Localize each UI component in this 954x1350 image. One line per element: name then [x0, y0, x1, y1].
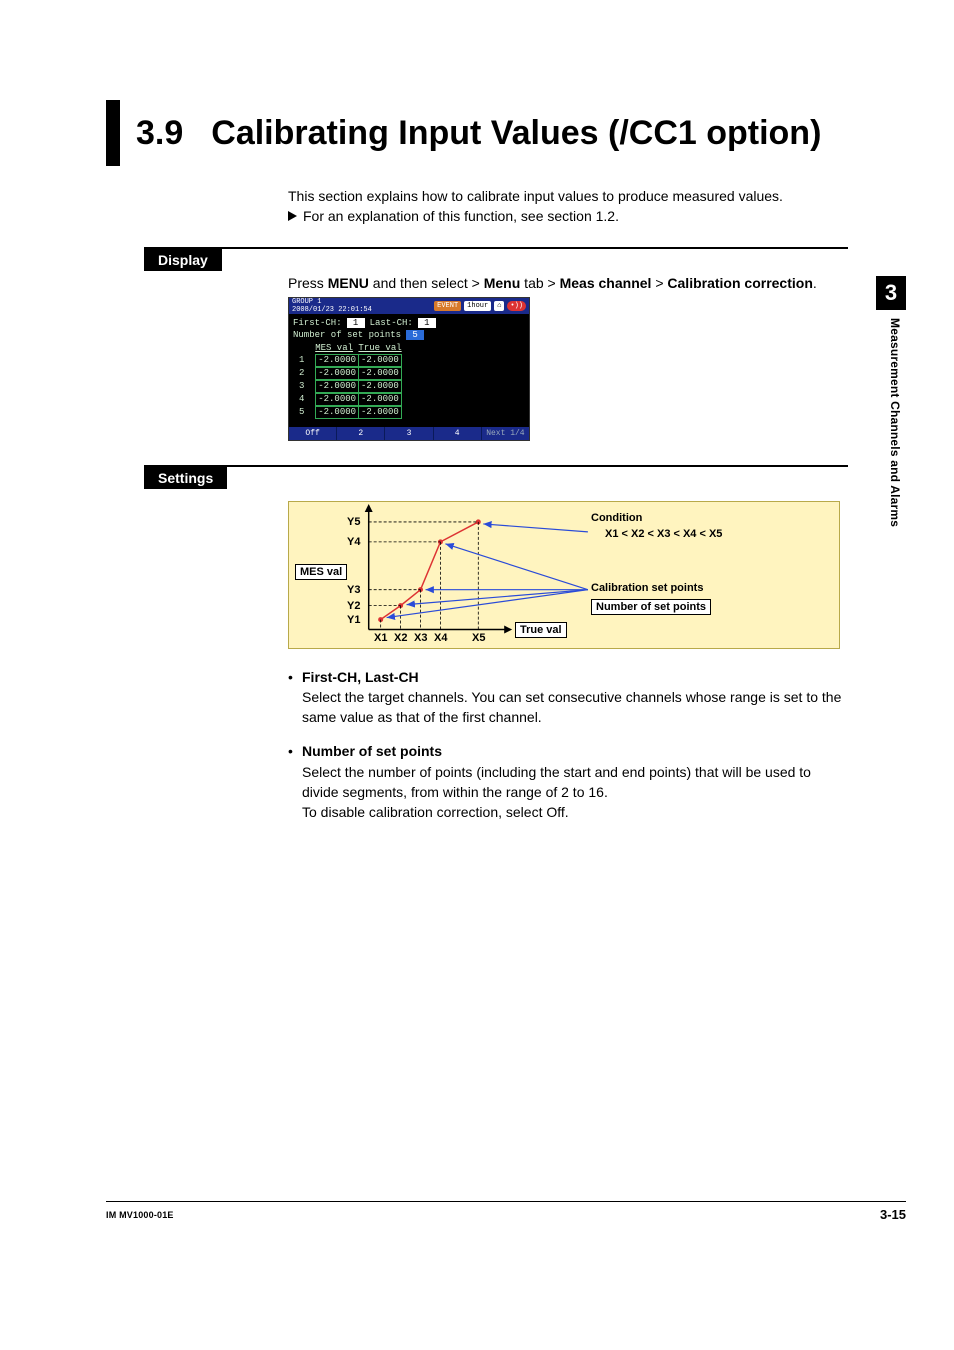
x4-label: X4 [434, 632, 447, 644]
heading-bar [106, 100, 120, 166]
condition-expr: X1 < X2 < X3 < X4 < X5 [605, 528, 722, 540]
path-meas: Meas channel [560, 275, 652, 291]
doc-id: IM MV1000-01E [106, 1210, 174, 1220]
heading-number: 3.9 [136, 114, 183, 153]
true-cell[interactable]: -2.0000 [358, 393, 402, 406]
mes-cell[interactable]: -2.0000 [315, 406, 359, 419]
key-icon: ⌂ [494, 301, 504, 311]
body-text: •First-CH, Last-CH Select the target cha… [288, 667, 848, 823]
table-row: 5 -2.0000-2.0000 [299, 406, 525, 419]
path-menu-tab: Menu [484, 275, 521, 291]
bullet-firstch-head: First-CH, Last-CH [302, 667, 419, 687]
softkey-3[interactable]: 3 [385, 427, 433, 440]
device-table: MES val True val 1 -2.0000-2.0000 2 -2.0… [299, 343, 525, 419]
section-head-settings: Settings [144, 465, 227, 489]
true-cell[interactable]: -2.0000 [358, 354, 402, 367]
path-menu: MENU [328, 275, 369, 291]
mes-cell[interactable]: -2.0000 [315, 354, 359, 367]
mes-cell[interactable]: -2.0000 [315, 393, 359, 406]
bullet-nsp-text1: Select the number of points (including t… [302, 762, 848, 803]
last-ch-value[interactable]: 1 [418, 318, 436, 328]
softkey-next[interactable]: Next 1/4 [482, 427, 529, 440]
nsp-value[interactable]: 5 [406, 330, 424, 340]
section-heading: 3.9 Calibrating Input Values (/CC1 optio… [106, 100, 846, 166]
table-row: 1 -2.0000-2.0000 [299, 354, 525, 367]
section-head-display: Display [144, 247, 222, 271]
softkey-4[interactable]: 4 [434, 427, 482, 440]
true-cell[interactable]: -2.0000 [358, 406, 402, 419]
col-true: True val [358, 343, 401, 353]
true-cell[interactable]: -2.0000 [358, 380, 402, 393]
device-softkeys: Off 2 3 4 Next 1/4 [289, 427, 529, 440]
true-cell[interactable]: -2.0000 [358, 367, 402, 380]
chapter-tab: 3 [876, 276, 906, 310]
col-mes: MES val [315, 343, 353, 353]
true-val-box: True val [515, 622, 567, 638]
y1-label: Y1 [347, 614, 360, 626]
y5-label: Y5 [347, 516, 360, 528]
y3-label: Y3 [347, 584, 360, 596]
table-row: 3 -2.0000-2.0000 [299, 380, 525, 393]
event-badge: EVENT [434, 301, 461, 311]
alarm-icon: •)) [507, 301, 526, 311]
arrow-icon [288, 211, 297, 221]
bullet-nsp-text2: To disable calibration correction, selec… [302, 802, 848, 822]
menu-path: Press MENU and then select > Menu tab > … [288, 275, 848, 291]
x1-label: X1 [374, 632, 387, 644]
nsp-box: Number of set points [591, 599, 711, 615]
mes-cell[interactable]: -2.0000 [315, 380, 359, 393]
table-row: 2 -2.0000-2.0000 [299, 367, 525, 380]
section-rule-display: Display [144, 247, 848, 273]
calibration-diagram: Y5 Y4 Y3 Y2 Y1 X1 X2 X3 X4 X5 MES val Tr… [288, 501, 840, 649]
page-number: 3-15 [880, 1207, 906, 1222]
bullet-nsp-head: Number of set points [302, 741, 442, 761]
softkey-2[interactable]: 2 [337, 427, 385, 440]
footer-rule [106, 1201, 906, 1202]
x2-label: X2 [394, 632, 407, 644]
table-row: 4 -2.0000-2.0000 [299, 393, 525, 406]
softkey-off[interactable]: Off [289, 427, 337, 440]
x3-label: X3 [414, 632, 427, 644]
intro-text: This section explains how to calibrate i… [288, 186, 848, 227]
path-calib: Calibration correction [667, 275, 812, 291]
path-suffix: . [813, 275, 817, 291]
device-titlebar: GROUP 1 2008/01/23 22:01:54 EVENT 1hour … [289, 298, 529, 314]
x5-label: X5 [472, 632, 485, 644]
last-ch-label: Last-CH: [370, 318, 413, 328]
cal-setpoints-label: Calibration set points [591, 582, 703, 594]
intro-line-2: For an explanation of this function, see… [303, 208, 619, 224]
path-sep: tab > [520, 275, 559, 291]
intro-line-1: This section explains how to calibrate i… [288, 186, 848, 206]
mes-cell[interactable]: -2.0000 [315, 367, 359, 380]
mes-val-box: MES val [295, 564, 347, 580]
chapter-side-label: Measurement Channels and Alarms [888, 318, 902, 527]
y4-label: Y4 [347, 536, 360, 548]
first-ch-value[interactable]: 1 [347, 318, 365, 328]
device-screenshot: GROUP 1 2008/01/23 22:01:54 EVENT 1hour … [288, 297, 530, 441]
path-prefix: Press [288, 275, 328, 291]
duration-badge: 1hour [464, 301, 491, 311]
section-rule-settings: Settings [144, 465, 848, 491]
device-group: GROUP 1 [292, 298, 372, 306]
y2-label: Y2 [347, 600, 360, 612]
bullet-firstch-text: Select the target channels. You can set … [302, 687, 848, 728]
condition-label: Condition [591, 512, 642, 524]
heading-title: Calibrating Input Values (/CC1 option) [211, 114, 821, 153]
path-sep: > [651, 275, 667, 291]
device-timestamp: 2008/01/23 22:01:54 [292, 306, 372, 314]
path-sep: and then select > [369, 275, 484, 291]
first-ch-label: First-CH: [293, 318, 342, 328]
nsp-label: Number of set points [293, 330, 401, 340]
